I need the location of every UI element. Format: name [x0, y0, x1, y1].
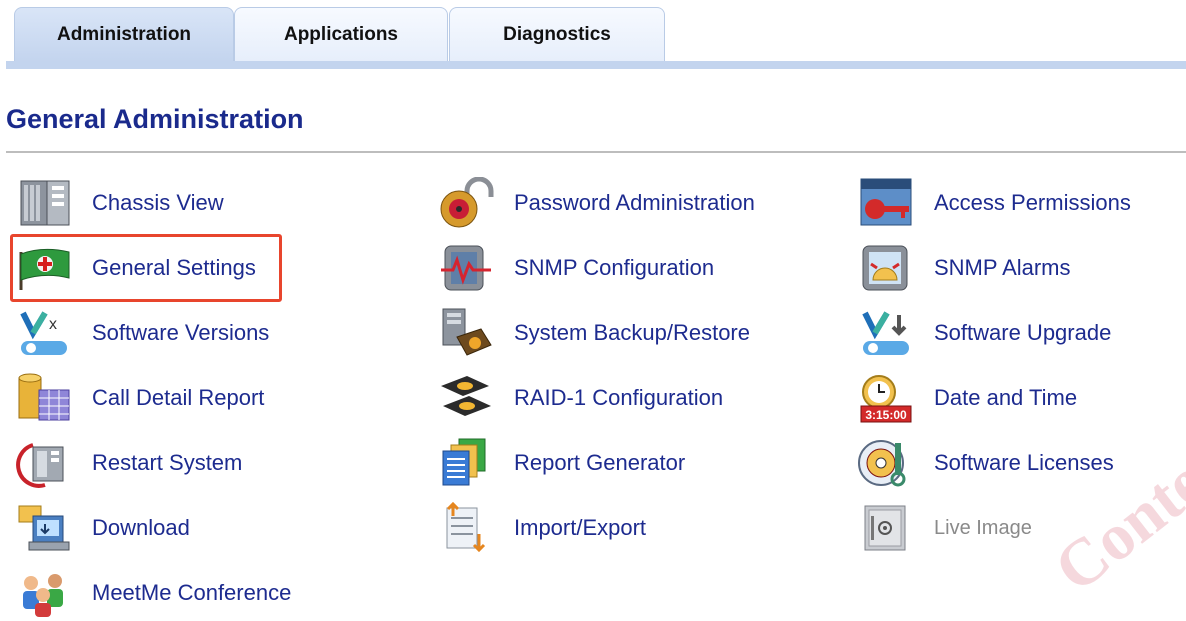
upgrade-icon	[856, 305, 916, 361]
download-icon	[14, 500, 74, 556]
chassis-view-label: Chassis View	[92, 190, 224, 215]
software-upgrade-link[interactable]: Software Upgrade	[856, 305, 1111, 361]
download-label: Download	[92, 515, 190, 540]
tab-applications[interactable]: Applications	[234, 7, 448, 62]
license-cd-icon	[856, 435, 916, 491]
system-backup-restore-label: System Backup/Restore	[514, 320, 750, 345]
divider	[6, 151, 1186, 153]
software-versions-label: Software Versions	[92, 320, 270, 345]
report-generator-icon	[436, 435, 496, 491]
tab-diagnostics[interactable]: Diagnostics	[449, 7, 665, 62]
live-image-label: Live Image	[934, 516, 1032, 539]
snmp-config-icon	[436, 240, 496, 296]
meetme-conference-label: MeetMe Conference	[92, 580, 292, 605]
raid-disks-icon	[436, 370, 496, 426]
conference-icon	[14, 565, 74, 621]
report-generator-link[interactable]: Report Generator	[436, 435, 685, 491]
access-permissions-link[interactable]: Access Permissions	[856, 175, 1131, 231]
import-export-link[interactable]: Import/Export	[436, 500, 646, 556]
raid-configuration-link[interactable]: RAID-1 Configuration	[436, 370, 723, 426]
database-report-icon	[14, 370, 74, 426]
live-image-link: Live Image	[856, 500, 1032, 556]
raid-configuration-label: RAID-1 Configuration	[514, 385, 724, 410]
restart-icon	[14, 435, 74, 491]
key-icon	[856, 175, 916, 231]
import-export-icon	[436, 500, 496, 556]
meetme-conference-link[interactable]: MeetMe Conference	[14, 565, 291, 621]
system-backup-restore-link[interactable]: System Backup/Restore	[436, 305, 750, 361]
chassis-icon	[14, 175, 74, 231]
backup-icon	[436, 305, 496, 361]
download-link[interactable]: Download	[14, 500, 190, 556]
import-export-label: Import/Export	[514, 515, 647, 540]
snmp-alarms-link[interactable]: SNMP Alarms	[856, 240, 1071, 296]
software-licenses-link[interactable]: Software Licenses	[856, 435, 1114, 491]
svg-text:x: x	[49, 316, 57, 333]
tab-bar-underline	[6, 61, 1186, 69]
software-licenses-label: Software Licenses	[934, 450, 1114, 475]
clock-icon: 3:15:00	[856, 370, 916, 426]
chassis-view-link[interactable]: Chassis View	[14, 175, 224, 231]
password-administration-link[interactable]: Password Administration	[436, 175, 755, 231]
alarm-icon	[856, 240, 916, 296]
access-permissions-label: Access Permissions	[934, 190, 1131, 215]
call-detail-report-link[interactable]: Call Detail Report	[14, 370, 264, 426]
snmp-configuration-link[interactable]: SNMP Configuration	[436, 240, 714, 296]
tab-administration[interactable]: Administration	[14, 7, 234, 62]
selection-highlight	[10, 234, 282, 302]
date-and-time-link[interactable]: 3:15:00 Date and Time	[856, 370, 1077, 426]
report-generator-label: Report Generator	[514, 450, 686, 475]
padlock-icon	[436, 175, 496, 231]
tab-bar: Administration Applications Diagnostics	[0, 0, 1186, 72]
clock-readout: 3:15:00	[865, 408, 907, 422]
safe-icon	[856, 500, 916, 556]
page-title: General Administration	[6, 104, 304, 134]
snmp-alarms-label: SNMP Alarms	[934, 255, 1071, 280]
restart-system-label: Restart System	[92, 450, 243, 475]
date-and-time-label: Date and Time	[934, 385, 1078, 410]
snmp-configuration-label: SNMP Configuration	[514, 255, 715, 280]
software-versions-link[interactable]: x Software Versions	[14, 305, 269, 361]
software-versions-icon: x	[14, 305, 74, 361]
restart-system-link[interactable]: Restart System	[14, 435, 242, 491]
password-administration-label: Password Administration	[514, 190, 755, 215]
software-upgrade-label: Software Upgrade	[934, 320, 1112, 345]
call-detail-report-label: Call Detail Report	[92, 385, 265, 410]
